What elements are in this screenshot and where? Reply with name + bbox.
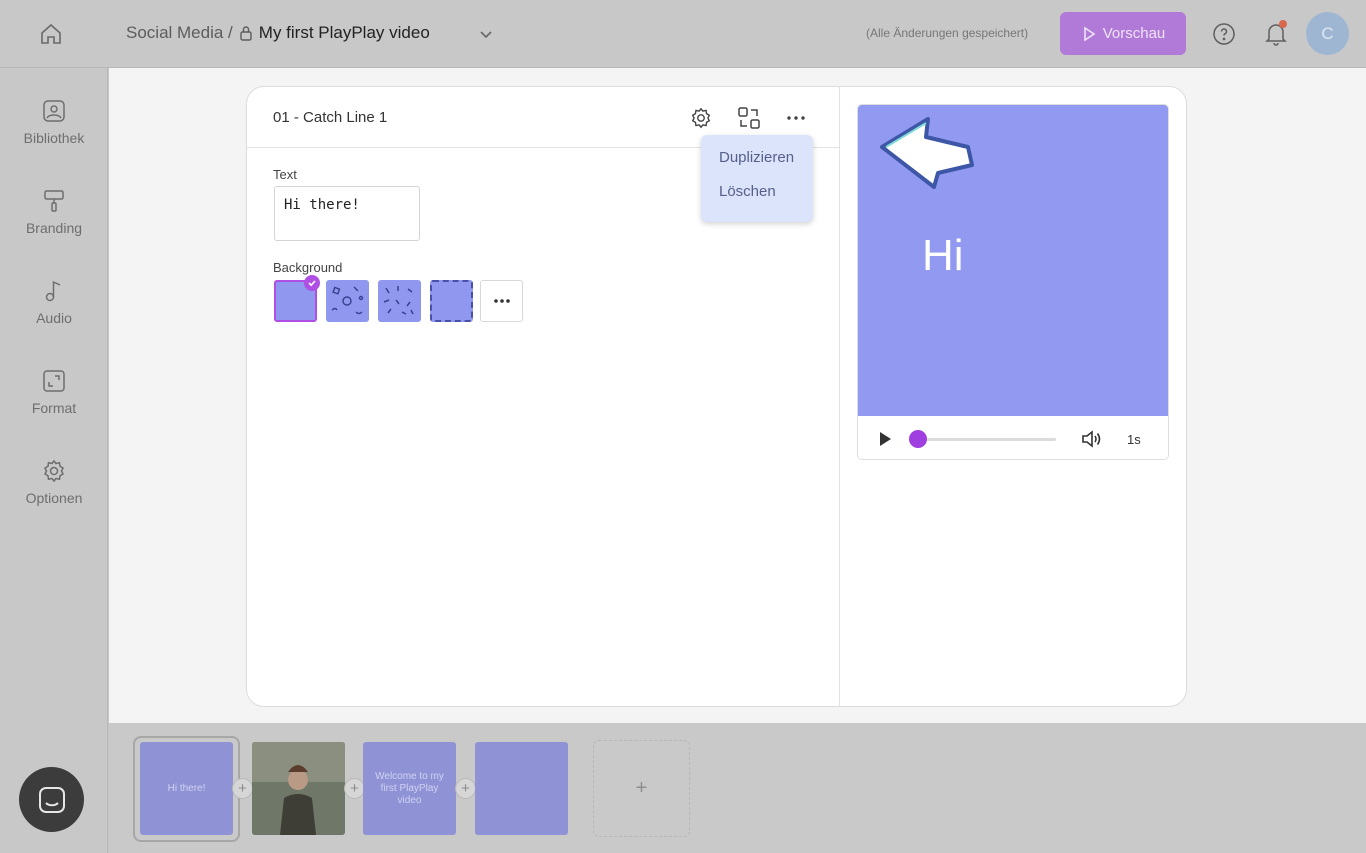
swap-layout-icon [738,107,760,129]
sidebar-item-label: Format [31,400,77,416]
duration-label: 1s [1127,432,1141,447]
confetti-pattern-icon [383,286,414,315]
resize-icon [43,370,65,392]
music-note-icon [45,280,61,302]
editor-card: 01 - Catch Line 1 Duplizieren Löschen Te… [246,86,1187,707]
paint-roller-icon [44,190,64,212]
gear-icon [44,459,64,483]
home-icon [41,23,61,44]
more-backgrounds-button[interactable] [480,280,523,322]
volume-icon[interactable] [1080,428,1102,450]
image-icon [43,100,65,122]
save-status: (Alle Änderungen gespeichert) [866,26,1029,40]
preview-text: Hi [922,231,964,280]
avatar-initial: C [1321,23,1334,43]
scene-thumbnail-label: Welcome to my first PlayPlay video [375,770,444,806]
player-controls: 1s [858,416,1168,459]
cursor-arrow-icon [880,117,974,189]
sidebar: Bibliothek Branding Audio Format Optione… [0,68,108,853]
chevron-down-icon[interactable] [478,26,494,42]
avatar[interactable]: C [1306,12,1349,55]
breadcrumb-section[interactable]: Social Media / [126,23,233,43]
notification-badge [1279,20,1287,28]
insert-scene-button[interactable]: + [344,778,365,799]
help-icon[interactable] [1212,22,1236,46]
lock-icon [240,26,252,41]
photo-person-image [252,742,345,835]
scene-more-menu: Duplizieren Löschen [701,135,813,222]
menu-item-delete[interactable]: Löschen [701,183,813,217]
more-horizontal-icon [493,299,510,303]
add-scene-button[interactable]: + [593,740,690,837]
breadcrumb: Social Media / My first PlayPlay video [126,23,430,43]
scene-settings-button[interactable] [688,105,714,131]
plus-icon: + [635,777,648,799]
scene-title: 01 - Catch Line 1 [273,109,388,126]
plus-icon: + [350,780,359,797]
background-swatch-shapes[interactable] [326,280,369,322]
background-label: Background [273,260,343,275]
sidebar-item-audio[interactable]: Audio [0,278,108,348]
panel-divider [839,87,840,706]
play-icon [1083,26,1096,41]
insert-scene-button[interactable]: + [455,778,476,799]
scene-text-input[interactable]: Hi there! [274,186,420,241]
sidebar-item-label: Branding [25,220,83,236]
gear-icon [691,107,711,129]
progress-handle[interactable] [909,430,927,448]
scene-thumbnail[interactable]: Hi there! [140,742,233,835]
text-field-label: Text [273,167,297,182]
preview-label: Vorschau [1102,25,1166,42]
play-icon[interactable] [876,430,894,448]
preview-button[interactable]: Vorschau [1060,12,1186,55]
sidebar-item-label: Bibliothek [23,130,85,146]
sidebar-item-label: Optionen [25,490,83,506]
top-bar: Social Media / My first PlayPlay video (… [0,0,1366,68]
plus-icon: + [461,780,470,797]
insert-scene-button[interactable]: + [232,778,253,799]
plus-icon: + [238,780,247,797]
chat-button[interactable] [19,767,84,832]
scene-thumbnail[interactable] [475,742,568,835]
progress-track[interactable] [918,438,1056,441]
sidebar-item-label: Audio [36,310,72,326]
shapes-pattern-icon [331,286,364,315]
preview-canvas: Hi [858,105,1168,416]
sidebar-item-branding[interactable]: Branding [0,188,108,258]
sidebar-item-optionen[interactable]: Optionen [0,458,108,528]
sidebar-item-format[interactable]: Format [0,368,108,438]
background-swatch-confetti[interactable] [378,280,421,322]
scene-thumbnail-label: Hi there! [167,782,206,794]
menu-item-duplicate[interactable]: Duplizieren [701,149,813,183]
sidebar-item-bibliothek[interactable]: Bibliothek [0,98,108,168]
scene-timeline: Hi there! + + Welcome to my first PlayPl… [109,723,1366,853]
swap-layout-button[interactable] [736,105,762,131]
scene-thumbnail[interactable]: Welcome to my first PlayPlay video [363,742,456,835]
background-swatch-frame[interactable] [430,280,473,322]
more-horizontal-icon [787,116,805,120]
scene-thumbnail[interactable] [252,742,345,835]
chat-icon [38,786,65,813]
check-icon [304,275,320,291]
scene-more-button[interactable] [783,105,809,131]
home-button[interactable] [36,20,66,48]
preview-panel: Hi 1s [857,104,1169,460]
project-title[interactable]: My first PlayPlay video [259,23,430,43]
